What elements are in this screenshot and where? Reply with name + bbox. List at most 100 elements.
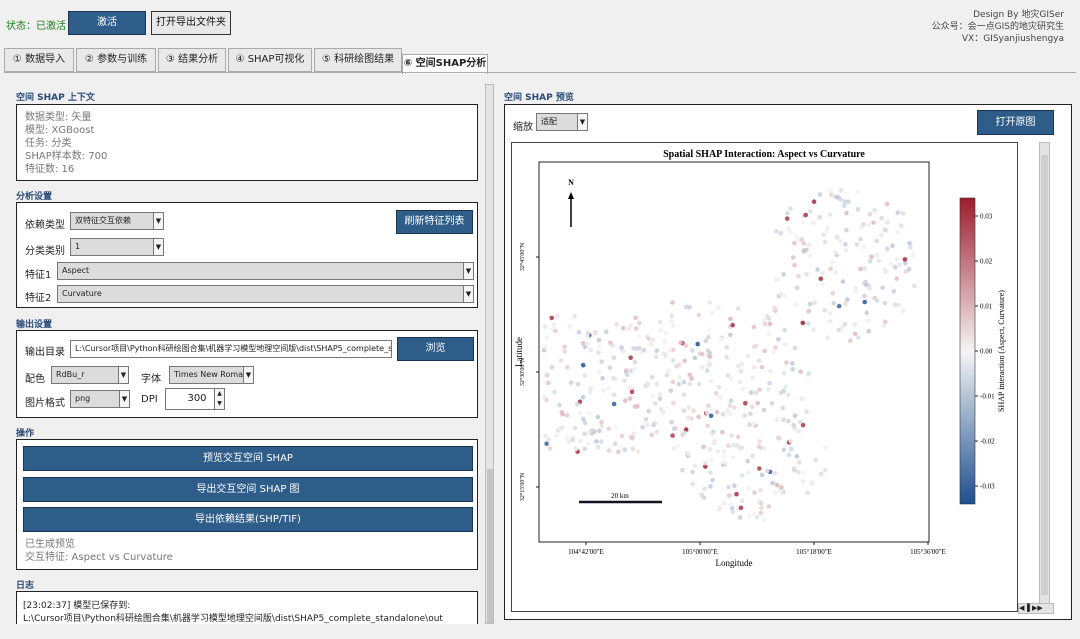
scatter-point (542, 345, 548, 350)
scatter-point (781, 447, 787, 453)
scatter-point (751, 324, 757, 330)
feature2-select[interactable]: Curvature ▼ (57, 285, 474, 303)
dpi-label: DPI (141, 394, 158, 405)
scatter-point (632, 404, 638, 410)
chevron-down-icon: ▼ (119, 391, 129, 407)
scatter-point (833, 270, 838, 275)
font-select[interactable]: Times New Roman ▼ (169, 366, 254, 384)
log-line: [23:02:37] 模型已保存到: (23, 601, 131, 611)
scatter-point (807, 253, 812, 259)
output-section-title: 输出设置 (16, 320, 53, 330)
dep-type-select[interactable]: 双特征交互依赖 ▼ (70, 212, 164, 230)
tab-plot-results[interactable]: ⑤ 科研绘图结果 (314, 48, 402, 72)
format-select[interactable]: png ▼ (70, 390, 130, 408)
scatter-point (575, 402, 580, 407)
tab-data-import[interactable]: ① 数据导入 (4, 48, 74, 72)
scatter-point (727, 403, 733, 408)
open-export-folder-button[interactable]: 打开导出文件夹 (151, 11, 231, 35)
spin-arrows-icon[interactable]: ▲ ▼ (214, 389, 224, 409)
scatter-point (884, 201, 890, 207)
tab-shap-visual[interactable]: ④ SHAP可视化 (228, 48, 312, 72)
figure-scrollbar-vertical[interactable] (1039, 142, 1050, 612)
export-dependence-button[interactable]: 导出依赖结果(SHP/TIF) (23, 507, 473, 532)
context-box: 数据类型: 矢量 模型: XGBoost 任务: 分类 SHAP样本数: 700… (16, 104, 478, 181)
scatter-point (801, 470, 806, 475)
scatter-point (619, 433, 625, 439)
scatter-point (687, 381, 693, 387)
refresh-features-button[interactable]: 刷新特征列表 (396, 210, 473, 234)
scatter-point (666, 368, 671, 373)
scatter-point (825, 225, 831, 231)
scatter-point (761, 317, 767, 322)
scatter-point (709, 431, 715, 436)
tab-spatial-shap[interactable]: ⑥ 空间SHAP分析 (402, 54, 488, 74)
scatter-point (792, 262, 797, 268)
tab-params-training[interactable]: ② 参数与训练 (76, 48, 156, 72)
output-dir-field[interactable]: L:\Cursor项目\Python科研绘图合集\机器学习模型地理空间版\dis… (70, 340, 392, 358)
figure-scrollbar-horizontal[interactable]: ◀▐ ▶▶ (1018, 603, 1054, 614)
scatter-point (737, 446, 742, 451)
scatter-point (778, 231, 783, 236)
scatter-point (743, 400, 748, 406)
scatter-point (880, 285, 885, 290)
scatter-point (897, 262, 903, 268)
scatter-point (820, 281, 826, 287)
scatter-point (562, 349, 568, 354)
scatter-point (695, 341, 700, 347)
y-axis-label: Latitude (514, 337, 524, 367)
scatter-point (703, 338, 709, 344)
scatter-point (894, 276, 900, 281)
font-value: Times New Roman (174, 370, 249, 379)
scatter-point (856, 189, 861, 195)
scatter-point (612, 441, 618, 447)
feature1-select[interactable]: Aspect ▼ (57, 262, 474, 280)
scatter-point (707, 350, 713, 356)
export-image-button[interactable]: 导出交互空间 SHAP 图 (23, 477, 473, 502)
scatter-point (752, 344, 757, 350)
scatter-point (817, 192, 823, 197)
scatter-point (774, 228, 779, 234)
x-axis-label: Longitude (716, 558, 753, 568)
left-scrollbar[interactable] (485, 84, 494, 624)
zoom-select[interactable]: 适配 ▼ (536, 113, 588, 131)
scatter-point (683, 343, 689, 348)
figure-scrollbar-thumb[interactable] (1041, 155, 1048, 595)
scatter-point (845, 297, 850, 302)
open-original-button[interactable]: 打开原图 (977, 110, 1054, 135)
dpi-spinbox[interactable]: 300 ▲ ▼ (165, 388, 225, 410)
scatter-point (680, 467, 685, 473)
scatter-point (654, 348, 660, 353)
tab-result-analysis[interactable]: ③ 结果分析 (158, 48, 226, 72)
scatter-point (799, 237, 805, 242)
scatter-point (773, 345, 778, 350)
browse-button[interactable]: 浏览 (397, 337, 474, 361)
scatter-point (542, 324, 548, 329)
scatter-point (619, 345, 624, 350)
scatter-point (832, 250, 838, 255)
scatter-point (882, 300, 888, 306)
scatter-point (600, 376, 605, 381)
feature1-label: 特征1 (25, 270, 52, 281)
scatter-point (751, 421, 757, 426)
activate-button[interactable]: 激活 (68, 11, 146, 35)
scatter-point (811, 220, 816, 226)
scatter-point (654, 381, 660, 387)
scatter-point (576, 329, 582, 335)
scatter-point (708, 413, 714, 419)
preview-button[interactable]: 预览交互空间 SHAP (23, 446, 473, 471)
scatter-point (804, 409, 809, 414)
class-select[interactable]: 1 ▼ (70, 238, 164, 256)
scatter-point (898, 223, 904, 228)
scatter-point (678, 340, 683, 346)
scatter-point (557, 402, 562, 408)
scatter-point (632, 359, 638, 365)
left-scrollbar-thumb[interactable] (487, 469, 493, 623)
scatter-point (885, 246, 890, 252)
scatter-point (794, 285, 800, 291)
scatter-point (866, 328, 871, 334)
scatter-point (560, 411, 565, 417)
cmap-select[interactable]: RdBu_r ▼ (51, 366, 129, 384)
scatter-point (662, 339, 667, 344)
scatter-point (838, 238, 843, 243)
scatter-point (759, 505, 764, 511)
